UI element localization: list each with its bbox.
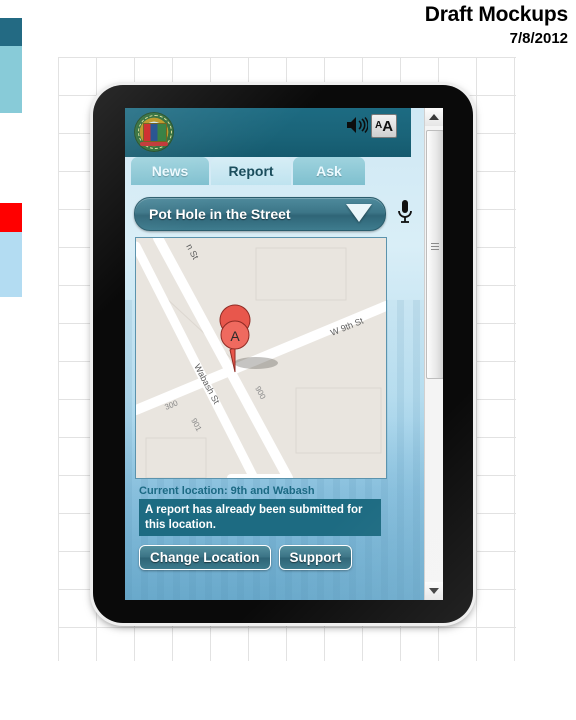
tab-news[interactable]: News (131, 157, 209, 185)
action-button-row: Change Location Support (139, 545, 353, 570)
current-location-text: Current location: 9th and Wabash (139, 485, 315, 497)
location-map[interactable]: W 9th St Wabash St n St 300 901 900 A (135, 237, 387, 479)
grip-lines-icon (431, 243, 439, 251)
category-select-value: Pot Hole in the Street (149, 206, 291, 222)
vertical-scrollbar[interactable] (424, 108, 443, 600)
tab-ask-label: Ask (316, 163, 342, 179)
page-title: Draft Mockups (424, 3, 568, 26)
change-location-label: Change Location (150, 550, 260, 565)
palette-swatch-pale-blue (0, 232, 22, 297)
palette-swatch-dark-teal (0, 18, 22, 46)
tab-news-label: News (151, 163, 189, 179)
text-size-small-label: A (374, 120, 383, 131)
map-marker-label: A (230, 328, 240, 344)
support-button[interactable]: Support (278, 545, 353, 570)
text-size-large-label: A (382, 117, 394, 135)
app-header: AA (125, 108, 411, 157)
support-label: Support (289, 550, 342, 565)
city-seal-icon (134, 112, 174, 152)
palette-swatch-red (0, 203, 22, 232)
category-select[interactable]: Pot Hole in the Street (134, 197, 386, 231)
tablet-screen: AA News Report Ask Pot Hole in the Stree… (125, 108, 443, 600)
title-block: Draft Mockups 7/8/2012 (425, 2, 568, 49)
tab-ask[interactable]: Ask (293, 157, 365, 185)
page-date: 7/8/2012 (509, 30, 568, 47)
app-body: Pot Hole in the Street W 9th St Wabash S… (125, 185, 413, 600)
duplicate-report-alert: A report has already been submitted for … (139, 499, 381, 536)
text-size-icon[interactable]: AA (371, 114, 397, 138)
chevron-down-icon (346, 204, 372, 222)
palette-swatch-light-teal (0, 46, 22, 113)
scrollbar-thumb[interactable] (426, 130, 443, 379)
tab-bar: News Report Ask (125, 157, 411, 185)
speaker-icon[interactable] (346, 116, 369, 134)
microphone-icon[interactable] (397, 199, 413, 227)
tab-report[interactable]: Report (211, 157, 291, 185)
triangle-down-icon[interactable] (425, 582, 443, 600)
tab-report-label: Report (228, 163, 274, 179)
triangle-up-icon[interactable] (425, 108, 443, 126)
change-location-button[interactable]: Change Location (139, 545, 271, 570)
tablet-device-frame: AA News Report Ask Pot Hole in the Stree… (93, 85, 473, 623)
